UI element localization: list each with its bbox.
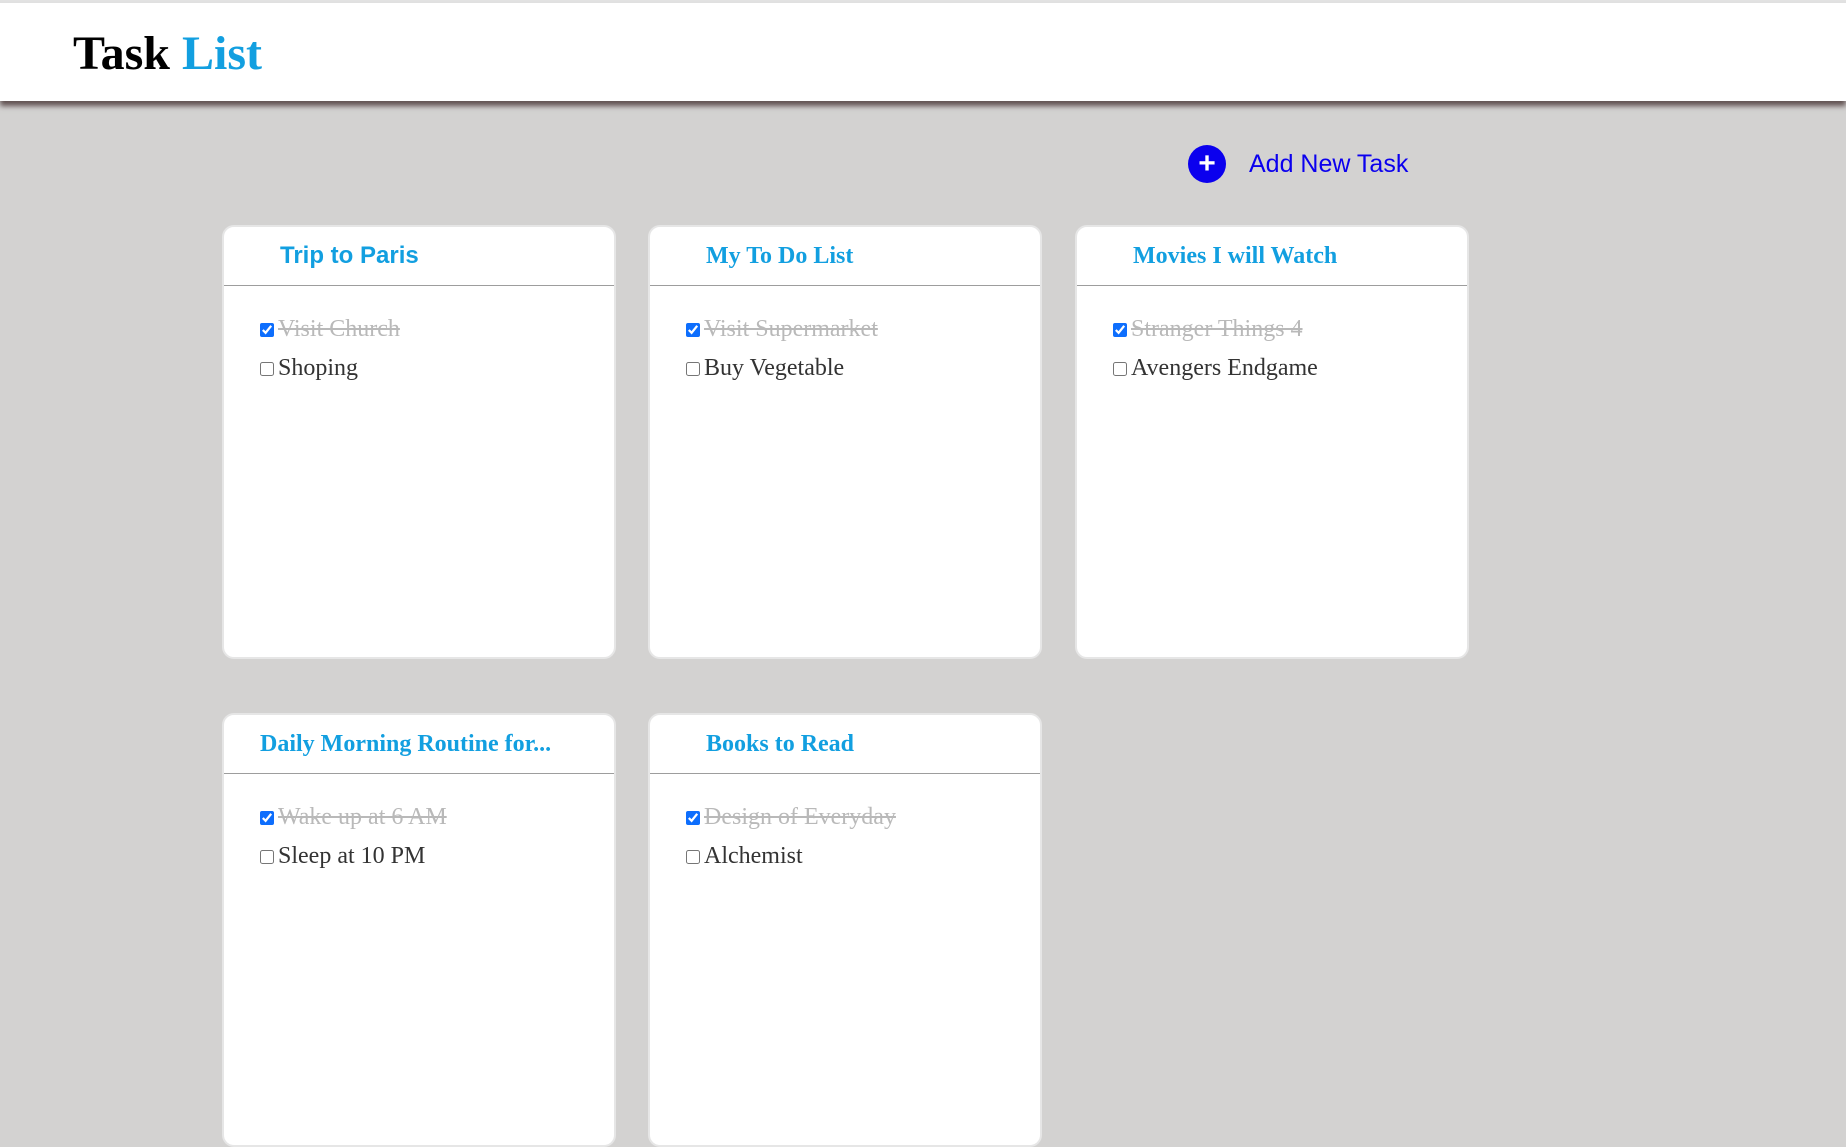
logo-word-list: List <box>181 27 262 80</box>
task-text: Visit Church <box>278 316 400 342</box>
add-new-task-label[interactable]: Add New Task <box>1249 150 1408 179</box>
task-item: Shoping <box>260 349 614 388</box>
task-list-card: Movies I will Watch Stranger Things 4 Av… <box>1075 225 1469 659</box>
app-header: Task List <box>0 3 1846 101</box>
task-checkbox[interactable] <box>260 849 274 864</box>
task-items: Wake up at 6 AM Sleep at 10 PM <box>224 774 614 876</box>
task-list-card: Trip to Paris Visit Church Shoping <box>222 225 616 659</box>
logo-word-task: Task <box>73 27 170 80</box>
task-item: Sleep at 10 PM <box>260 837 614 876</box>
task-list-card: Books to Read Design of Everyday Alchemi… <box>648 713 1042 1147</box>
task-text: Buy Vegetable <box>704 355 845 381</box>
task-checkbox[interactable] <box>686 361 700 376</box>
task-text: Shoping <box>278 355 359 381</box>
task-text: Design of Everyday <box>704 804 896 830</box>
task-text: Sleep at 10 PM <box>278 843 426 869</box>
task-checkbox[interactable] <box>260 322 274 337</box>
card-title[interactable]: Trip to Paris <box>224 227 614 286</box>
task-item: Buy Vegetable <box>686 349 1040 388</box>
task-text: Avengers Endgame <box>1131 355 1318 381</box>
task-item: Visit Supermarket <box>686 310 1040 349</box>
task-checkbox[interactable] <box>686 322 700 337</box>
task-checkbox[interactable] <box>1113 322 1127 337</box>
card-title[interactable]: Daily Morning Routine for... <box>224 715 614 774</box>
task-item: Avengers Endgame <box>1113 349 1467 388</box>
task-item: Wake up at 6 AM <box>260 798 614 837</box>
card-title[interactable]: My To Do List <box>650 227 1040 286</box>
task-items: Visit Church Shoping <box>224 286 614 388</box>
task-list-card: Daily Morning Routine for... Wake up at … <box>222 713 616 1147</box>
task-checkbox[interactable] <box>1113 361 1127 376</box>
app-logo[interactable]: Task List <box>73 26 262 82</box>
task-checkbox[interactable] <box>686 810 700 825</box>
task-checkbox[interactable] <box>260 810 274 825</box>
task-text: Wake up at 6 AM <box>278 804 447 830</box>
add-new-task-button[interactable]: + Add New Task <box>1188 145 1408 183</box>
task-items: Design of Everyday Alchemist <box>650 774 1040 876</box>
task-items: Stranger Things 4 Avengers Endgame <box>1077 286 1467 388</box>
task-item: Alchemist <box>686 837 1040 876</box>
task-list-card: My To Do List Visit Supermarket Buy Vege… <box>648 225 1042 659</box>
task-item: Stranger Things 4 <box>1113 310 1467 349</box>
task-items: Visit Supermarket Buy Vegetable <box>650 286 1040 388</box>
card-title[interactable]: Movies I will Watch <box>1077 227 1467 286</box>
task-item: Design of Everyday <box>686 798 1040 837</box>
task-item: Visit Church <box>260 310 614 349</box>
task-text: Stranger Things 4 <box>1131 316 1303 342</box>
card-title[interactable]: Books to Read <box>650 715 1040 774</box>
task-text: Visit Supermarket <box>704 316 878 342</box>
task-checkbox[interactable] <box>686 849 700 864</box>
task-text: Alchemist <box>704 843 803 869</box>
add-circle-icon[interactable]: + <box>1188 145 1226 183</box>
task-checkbox[interactable] <box>260 361 274 376</box>
